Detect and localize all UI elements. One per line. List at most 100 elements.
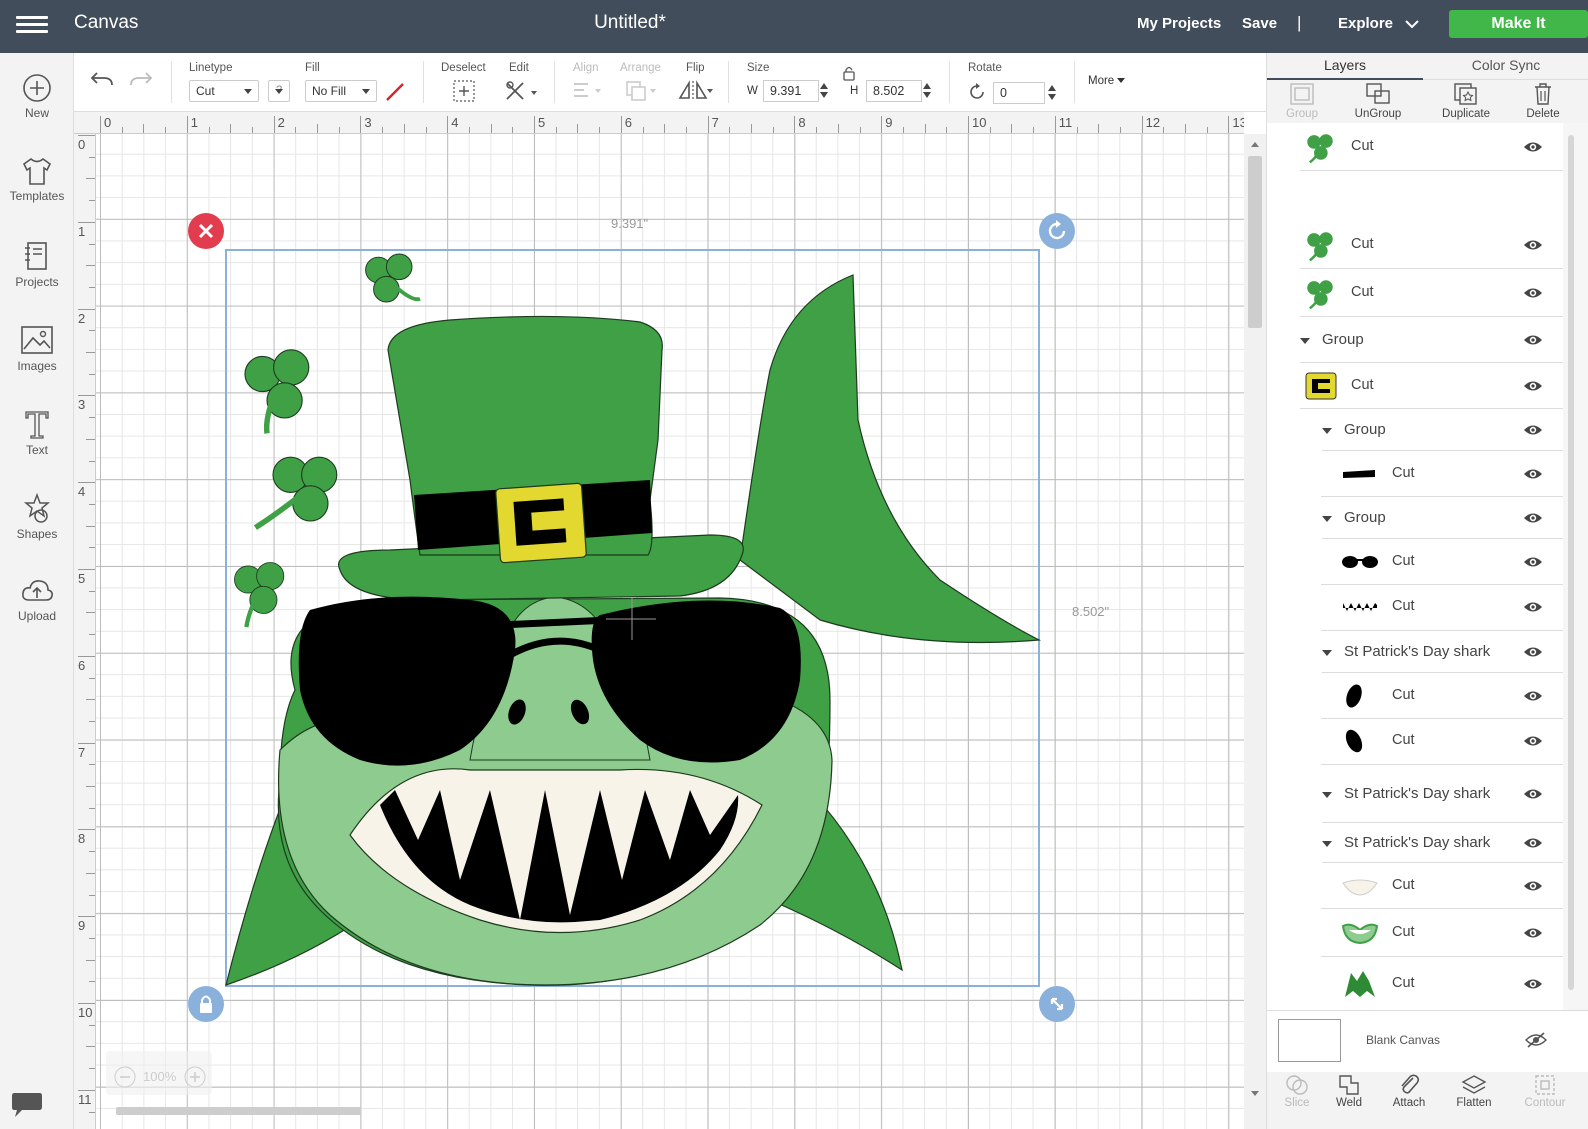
visibility-eye-icon[interactable] <box>1523 238 1543 257</box>
layer-group-row[interactable]: St Patrick's Day shark <box>1267 823 1563 863</box>
rotate-input[interactable]: 0 <box>993 82 1045 104</box>
visibility-eye-icon[interactable] <box>1523 645 1543 664</box>
group-button[interactable]: Group <box>1271 82 1333 120</box>
vertical-scrollbar[interactable] <box>1244 134 1266 1129</box>
layer-row[interactable]: Cut <box>1267 583 1563 631</box>
sidebar-item-new[interactable]: New <box>0 73 74 120</box>
layer-row[interactable]: Cut <box>1267 221 1563 269</box>
sidebar-item-templates[interactable]: Templates <box>0 156 74 203</box>
tab-layers[interactable]: Layers <box>1267 53 1423 80</box>
height-input[interactable]: 8.502 <box>866 80 922 102</box>
sidebar-item-text[interactable]: Text <box>0 408 74 457</box>
layer-row[interactable]: Cut <box>1267 539 1563 585</box>
layer-group-row[interactable]: Group <box>1267 497 1563 539</box>
visibility-eye-icon[interactable] <box>1523 600 1543 619</box>
edit-tools-icon[interactable] <box>504 79 538 103</box>
deselect-icon[interactable] <box>452 79 476 103</box>
visibility-eye-icon[interactable] <box>1523 836 1543 855</box>
weld-button[interactable]: Weld <box>1319 1073 1379 1109</box>
sidebar-item-upload[interactable]: Upload <box>0 576 74 623</box>
contour-button[interactable]: Contour <box>1515 1073 1575 1109</box>
layers-scrollbar[interactable] <box>1563 123 1588 1010</box>
layer-row[interactable]: Cut <box>1267 717 1563 765</box>
horizontal-scroll-thumb[interactable] <box>116 1107 361 1115</box>
width-input[interactable]: 9.391 <box>763 80 819 102</box>
layer-group-row[interactable]: St Patrick's Day shark <box>1267 631 1563 673</box>
visibility-eye-icon[interactable] <box>1523 977 1543 996</box>
fill-select[interactable]: No Fill <box>305 80 377 102</box>
visibility-eye-icon[interactable] <box>1523 555 1543 574</box>
visibility-eye-icon[interactable] <box>1523 511 1543 530</box>
lock-proportions-handle[interactable] <box>188 986 224 1022</box>
delete-selection-button[interactable] <box>188 213 224 249</box>
rotate-handle[interactable] <box>1039 213 1075 249</box>
scroll-down-icon[interactable] <box>1250 1090 1260 1098</box>
layer-row[interactable]: Cut <box>1267 909 1563 957</box>
ungroup-button[interactable]: UnGroup <box>1347 82 1409 120</box>
horizontal-scrollbar[interactable] <box>96 1104 1244 1118</box>
sidebar-item-images[interactable]: Images <box>0 324 74 373</box>
rotate-stepper[interactable] <box>1047 83 1057 103</box>
resize-handle[interactable] <box>1039 986 1075 1022</box>
visibility-eye-icon[interactable] <box>1523 734 1543 753</box>
flatten-button[interactable]: Flatten <box>1444 1073 1504 1109</box>
layer-group-row[interactable]: Group <box>1267 409 1563 451</box>
undo-icon[interactable] <box>89 70 115 90</box>
height-stepper[interactable] <box>922 81 932 101</box>
collapse-caret-icon[interactable] <box>1322 428 1332 434</box>
slice-button[interactable]: Slice <box>1267 1073 1327 1109</box>
layer-row[interactable]: Cut <box>1267 363 1563 409</box>
eye-hidden-icon[interactable] <box>1525 1032 1547 1048</box>
visibility-eye-icon[interactable] <box>1523 379 1543 398</box>
my-projects-link[interactable]: My Projects <box>1137 15 1221 32</box>
no-fill-swatch-icon[interactable] <box>384 81 406 103</box>
layer-row[interactable]: Cut <box>1267 673 1563 719</box>
more-button[interactable]: More <box>1088 75 1126 87</box>
delete-button[interactable]: Delete <box>1517 82 1569 120</box>
layer-row[interactable]: Cut <box>1267 863 1563 909</box>
visibility-eye-icon[interactable] <box>1523 787 1543 806</box>
collapse-caret-icon[interactable] <box>1322 650 1332 656</box>
visibility-eye-icon[interactable] <box>1523 879 1543 898</box>
layer-row[interactable]: Cut <box>1267 957 1563 1010</box>
attach-button[interactable]: Attach <box>1379 1073 1439 1109</box>
width-stepper[interactable] <box>819 81 829 101</box>
visibility-eye-icon[interactable] <box>1523 467 1543 486</box>
lock-aspect-icon[interactable] <box>842 65 856 81</box>
layer-row[interactable]: Cut <box>1267 123 1563 171</box>
visibility-eye-icon[interactable] <box>1523 423 1543 442</box>
visibility-eye-icon[interactable] <box>1523 333 1543 352</box>
save-link[interactable]: Save <box>1242 15 1277 32</box>
duplicate-button[interactable]: Duplicate <box>1433 82 1499 120</box>
linetype-help-button[interactable]: ? <box>268 80 290 102</box>
zoom-in-button[interactable] <box>184 1066 206 1091</box>
tab-color-sync[interactable]: Color Sync <box>1423 53 1588 80</box>
blank-canvas-row[interactable]: Blank Canvas <box>1267 1010 1588 1072</box>
layer-group-row[interactable]: Group <box>1267 317 1563 363</box>
visibility-eye-icon[interactable] <box>1523 689 1543 708</box>
layers-scroll-thumb[interactable] <box>1568 135 1574 990</box>
collapse-caret-icon[interactable] <box>1322 792 1332 798</box>
explore-dropdown[interactable]: Explore <box>1338 15 1419 32</box>
visibility-eye-icon[interactable] <box>1523 286 1543 305</box>
collapse-caret-icon[interactable] <box>1322 516 1332 522</box>
layer-row[interactable]: Cut <box>1267 269 1563 317</box>
flip-icon[interactable] <box>677 79 713 103</box>
redo-icon[interactable] <box>128 70 154 90</box>
linetype-select[interactable]: Cut <box>189 80 259 102</box>
make-it-button[interactable]: Make It <box>1449 10 1588 38</box>
chat-icon[interactable] <box>10 1090 44 1125</box>
collapse-caret-icon[interactable] <box>1322 841 1332 847</box>
sidebar-item-projects[interactable]: Projects <box>0 240 74 289</box>
layer-group-row[interactable]: St Patrick's Day shark <box>1267 765 1563 823</box>
visibility-eye-icon[interactable] <box>1523 926 1543 945</box>
visibility-eye-icon[interactable] <box>1523 140 1543 159</box>
vertical-scroll-thumb[interactable] <box>1248 156 1262 328</box>
layer-row[interactable]: Cut <box>1267 451 1563 497</box>
zoom-out-button[interactable] <box>114 1066 136 1091</box>
blank-canvas-swatch[interactable] <box>1278 1019 1341 1062</box>
scroll-up-icon[interactable] <box>1250 140 1260 148</box>
collapse-caret-icon[interactable] <box>1300 338 1310 344</box>
sidebar-item-shapes[interactable]: Shapes <box>0 492 74 541</box>
design-canvas[interactable] <box>74 134 1244 1129</box>
